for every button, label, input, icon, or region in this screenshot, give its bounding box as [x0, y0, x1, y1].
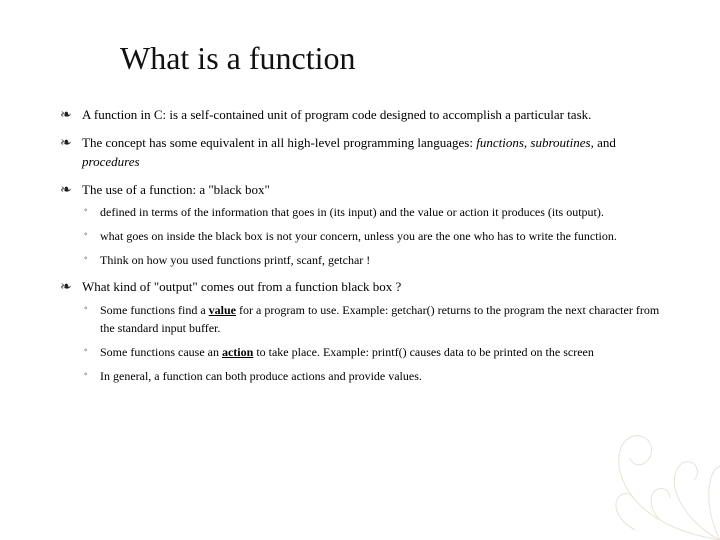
bullet-4-text: What kind of "output" comes out from a f…	[82, 279, 401, 294]
bullet-3-sub2-text: what goes on inside the black box is not…	[100, 229, 617, 243]
bullet-4-sub2-bold: action	[222, 345, 253, 359]
bullet-3-sub3: Think on how you used functions printf, …	[82, 251, 670, 269]
bullet-4: What kind of "output" comes out from a f…	[60, 277, 670, 385]
bullet-1: A function in C: is a self-contained uni…	[60, 105, 670, 125]
bullet-4-sublist: Some functions find a value for a progra…	[82, 301, 670, 385]
bullet-2-pre: The concept has some equivalent in all h…	[82, 135, 476, 150]
bullet-4-sub1-pre: Some functions find a	[100, 303, 209, 317]
bullet-3-sub1: defined in terms of the information that…	[82, 203, 670, 221]
bullet-4-sub2-pre: Some functions cause an	[100, 345, 222, 359]
bullet-3-sublist: defined in terms of the information that…	[82, 203, 670, 269]
bullet-3-text: The use of a function: a "black box"	[82, 182, 270, 197]
bullet-2-ital2: procedures	[82, 154, 140, 169]
bullet-3-sub3-text: Think on how you used functions printf, …	[100, 253, 370, 267]
slide: What is a function A function in C: is a…	[0, 0, 720, 540]
bullet-4-sub2-post: to take place. Example: printf() causes …	[253, 345, 594, 359]
bullet-2-ital1: functions, subroutines,	[476, 135, 594, 150]
bullet-4-sub3-text: In general, a function can both produce …	[100, 369, 422, 383]
bullet-3-sub1-text: defined in terms of the information that…	[100, 205, 604, 219]
bullet-4-sub1-bold: value	[209, 303, 236, 317]
bullet-4-sub2: Some functions cause an action to take p…	[82, 343, 670, 361]
bullet-list: A function in C: is a self-contained uni…	[60, 105, 670, 385]
bullet-4-sub3: In general, a function can both produce …	[82, 367, 670, 385]
slide-title: What is a function	[120, 40, 670, 77]
bullet-3-sub2: what goes on inside the black box is not…	[82, 227, 670, 245]
corner-decoration-icon	[540, 410, 720, 540]
bullet-1-text: A function in C: is a self-contained uni…	[82, 107, 591, 122]
bullet-2-post: and	[594, 135, 616, 150]
bullet-2: The concept has some equivalent in all h…	[60, 133, 670, 172]
bullet-4-sub1: Some functions find a value for a progra…	[82, 301, 670, 337]
bullet-3: The use of a function: a "black box" def…	[60, 180, 670, 270]
